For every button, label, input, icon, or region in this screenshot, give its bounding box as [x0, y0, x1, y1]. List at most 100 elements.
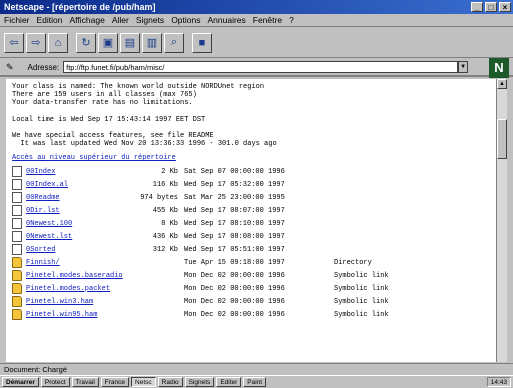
- file-row[interactable]: 0Sorted 312 Kb Wed Sep 17 05:51:00 1997: [12, 243, 490, 256]
- taskbar-item[interactable]: Protect: [40, 377, 70, 387]
- scroll-up-icon[interactable]: ▲: [497, 79, 507, 89]
- file-row[interactable]: 00Index 2 Kb Sat Sep 07 00:00:00 1996: [12, 165, 490, 178]
- file-icon: [12, 179, 22, 191]
- message-line: We have special access features, see fil…: [12, 131, 214, 140]
- taskbar-item[interactable]: Paint: [243, 377, 267, 387]
- file-name-link[interactable]: Pinetel.win3.ham: [26, 298, 126, 306]
- file-date: Wed Sep 17 08:10:00 1997: [184, 219, 285, 228]
- folder-icon: [12, 309, 22, 321]
- file-row[interactable]: 00Index.al 116 Kb Wed Sep 17 05:32:00 19…: [12, 178, 490, 191]
- taskbar-item[interactable]: Travail: [71, 377, 99, 387]
- open-icon[interactable]: ▤: [120, 32, 140, 53]
- chevron-down-icon[interactable]: ▼: [458, 61, 469, 73]
- file-name-link[interactable]: 0Sorted: [26, 246, 126, 254]
- file-size: 8 Kb: [161, 219, 178, 228]
- file-size: 974 bytes: [140, 193, 178, 202]
- file-name-link[interactable]: 0Newest.100: [26, 220, 126, 228]
- close-button[interactable]: ×: [499, 2, 511, 12]
- file-icon: [12, 205, 22, 217]
- find-icon[interactable]: ⌕: [164, 32, 184, 53]
- taskbar-item[interactable]: France: [100, 377, 130, 387]
- taskbar-item-netscape[interactable]: Netsc: [131, 377, 156, 387]
- file-type: Symbolic link: [334, 310, 389, 319]
- file-row[interactable]: 0Dir.lst 455 Kb Wed Sep 17 08:07:00 1997: [12, 204, 490, 217]
- file-row[interactable]: Pinetel.modes.packet Mon Dec 02 00:00:00…: [12, 282, 490, 295]
- reload-icon[interactable]: ↻: [76, 32, 96, 53]
- file-row[interactable]: Pinetel.modes.baseradio Mon Dec 02 00:00…: [12, 269, 490, 282]
- images-icon[interactable]: ▣: [98, 32, 118, 53]
- menu-file[interactable]: Fichier: [4, 15, 30, 25]
- netscape-logo: N: [489, 58, 509, 78]
- file-type: Symbolic link: [334, 284, 389, 293]
- file-row[interactable]: Pinetel.win95.ham Mon Dec 02 00:00:00 19…: [12, 308, 490, 321]
- file-date: Tue Apr 15 09:18:00 1997: [184, 258, 285, 267]
- menu-go[interactable]: Aller: [112, 15, 129, 25]
- maximize-button[interactable]: □: [485, 2, 497, 12]
- file-date: Wed Sep 17 05:32:00 1997: [184, 180, 285, 189]
- file-name-link[interactable]: Pinetel.win95.ham: [26, 311, 126, 319]
- home-icon[interactable]: ⌂: [48, 32, 68, 53]
- file-icon: [12, 231, 22, 243]
- file-listing: 00Index 2 Kb Sat Sep 07 00:00:00 1996 00…: [12, 165, 490, 321]
- page-content: Your class is named: The known world out…: [6, 79, 496, 362]
- file-date: Mon Dec 02 00:00:00 1996: [184, 297, 285, 306]
- menu-view[interactable]: Affichage: [70, 15, 105, 25]
- file-type: Directory: [334, 258, 372, 267]
- file-icon: [12, 166, 22, 178]
- address-input[interactable]: ftp://ftp.funet.fi/pub/ham/misc/: [63, 61, 459, 73]
- file-date: Wed Sep 17 08:07:00 1997: [184, 206, 285, 215]
- menu-directory[interactable]: Annuaires: [207, 15, 245, 25]
- file-size: 455 Kb: [152, 206, 178, 215]
- file-name-link[interactable]: Pinetel.modes.baseradio: [26, 272, 126, 280]
- file-row[interactable]: 00Readme 974 bytes Sat Mar 25 23:00:00 1…: [12, 191, 490, 204]
- file-icon: [12, 192, 22, 204]
- menu-bookmarks[interactable]: Signets: [136, 15, 164, 25]
- stop-icon[interactable]: ■: [192, 32, 212, 53]
- vertical-scrollbar[interactable]: ▲: [496, 79, 507, 362]
- taskbar-item[interactable]: Signets: [184, 377, 215, 387]
- message-line: Your data-transfer rate has no limitatio…: [12, 99, 193, 108]
- file-icon: [12, 218, 22, 230]
- scrollbar-thumb[interactable]: [497, 119, 507, 159]
- file-name-link[interactable]: Finnish/: [26, 259, 126, 267]
- folder-icon: [12, 296, 22, 308]
- bookmark-icon[interactable]: ✎: [6, 62, 14, 73]
- taskbar-item[interactable]: Radio: [157, 377, 183, 387]
- minimize-button[interactable]: _: [471, 2, 483, 12]
- file-date: Sat Sep 07 00:00:00 1996: [184, 167, 285, 176]
- menu-help[interactable]: ?: [289, 15, 294, 25]
- message-line: Your class is named: The known world out…: [12, 83, 265, 91]
- address-bar: ✎ Adresse: ftp://ftp.funet.fi/pub/ham/mi…: [0, 59, 513, 77]
- folder-icon: [12, 270, 22, 282]
- taskbar-clock: 14:43: [486, 377, 511, 387]
- file-name-link[interactable]: 00Index: [26, 168, 126, 176]
- file-name-link[interactable]: Pinetel.modes.packet: [26, 285, 126, 293]
- file-row[interactable]: Pinetel.win3.ham Mon Dec 02 00:00:00 199…: [12, 295, 490, 308]
- menu-window[interactable]: Fenêtre: [253, 15, 282, 25]
- file-name-link[interactable]: 0Newest.lst: [26, 233, 126, 241]
- folder-icon: [12, 283, 22, 295]
- file-icon: [12, 244, 22, 256]
- print-icon[interactable]: ▥: [142, 32, 162, 53]
- folder-icon: [12, 257, 22, 269]
- file-name-link[interactable]: 00Index.al: [26, 181, 126, 189]
- file-name-link[interactable]: 00Readme: [26, 194, 126, 202]
- file-row[interactable]: Finnish/ Tue Apr 15 09:18:00 1997 Direct…: [12, 256, 490, 269]
- file-date: Mon Dec 02 00:00:00 1996: [184, 271, 285, 280]
- file-row[interactable]: 0Newest.lst 436 Kb Wed Sep 17 08:08:00 1…: [12, 230, 490, 243]
- forward-icon[interactable]: ⇨: [26, 32, 46, 53]
- menu-edit[interactable]: Edition: [37, 15, 63, 25]
- file-date: Wed Sep 17 08:08:00 1997: [184, 232, 285, 241]
- file-name-link[interactable]: 0Dir.lst: [26, 207, 126, 215]
- taskbar: Démarrer Protect Travail France Netsc Ra…: [0, 375, 513, 388]
- file-size: 2 Kb: [161, 167, 178, 176]
- parent-directory-link[interactable]: Accès au niveau supérieur du répertoire: [12, 154, 490, 162]
- taskbar-item[interactable]: Editer: [216, 377, 242, 387]
- file-row[interactable]: 0Newest.100 8 Kb Wed Sep 17 08:10:00 199…: [12, 217, 490, 230]
- menu-bar: Fichier Edition Affichage Aller Signets …: [0, 14, 513, 27]
- message-line: There are 159 users in all classes (max …: [12, 91, 197, 100]
- start-button[interactable]: Démarrer: [2, 377, 39, 387]
- message-line: Local time is Wed Sep 17 15:43:14 1997 E…: [12, 115, 206, 124]
- menu-options[interactable]: Options: [171, 15, 200, 25]
- back-icon[interactable]: ⇦: [4, 32, 24, 53]
